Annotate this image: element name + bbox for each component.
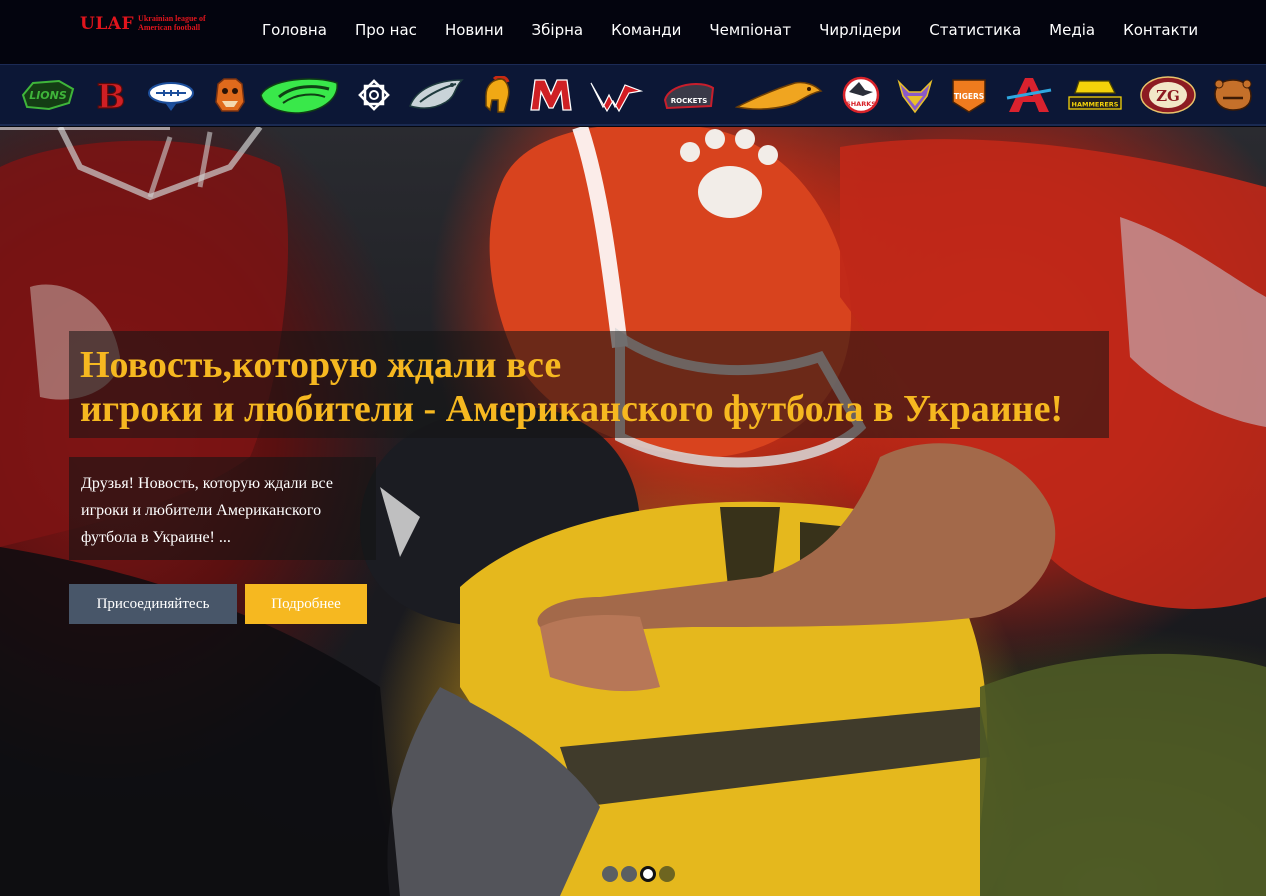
team-lions[interactable]: LIONS — [18, 74, 78, 116]
hero-slider: Новость,которую ждали все игроки и любит… — [0, 127, 1266, 896]
rockets-logo-icon: ROCKETS — [663, 83, 715, 110]
excerpt-box: Друзья! Новость, которую ждали все игрок… — [69, 457, 376, 560]
team-6[interactable] — [355, 74, 393, 116]
hammerers-logo-text: HAMMERERS — [1072, 101, 1119, 109]
sharks-logo-text: SHARKS — [846, 100, 876, 108]
zg-logo-text: ZG — [1156, 87, 1180, 105]
zg-logo-icon: ZG — [1140, 76, 1196, 114]
team-10[interactable] — [588, 74, 644, 116]
nav-item-home[interactable]: Головна — [248, 19, 341, 41]
team-logo-strip: LIONS B ROCKETS SHARKS TIGERS HAMMERERS … — [0, 64, 1266, 126]
hero-headline-line-1: Новость,которую ждали все — [80, 344, 562, 386]
team-3[interactable] — [145, 74, 197, 116]
sharks-logo-icon: SHARKS — [842, 76, 880, 114]
team-zg[interactable]: ZG — [1138, 74, 1198, 116]
slider-dot-4[interactable] — [659, 866, 675, 882]
bear-logo-icon — [1214, 79, 1252, 111]
team-9[interactable] — [526, 74, 576, 116]
vw-wings-logo-icon — [590, 82, 643, 113]
slider-pagination — [602, 866, 675, 882]
star-emblem-logo-icon — [358, 79, 390, 111]
nav-item-contacts[interactable]: Контакти — [1109, 19, 1212, 41]
m-letter-logo-icon — [530, 79, 572, 111]
brand-mark: ULAF — [80, 14, 135, 34]
slider-dot-2[interactable] — [621, 866, 637, 882]
team-hammerers[interactable]: HAMMERERS — [1064, 74, 1126, 116]
main-menu: Головна Про нас Новини Збірна Команди Че… — [248, 19, 1212, 41]
team-7[interactable] — [405, 74, 467, 116]
brand-logo[interactable]: ULAF Ukrainian league of American footba… — [80, 14, 230, 36]
team-tigers[interactable]: TIGERS — [948, 74, 990, 116]
viking-logo-icon — [897, 79, 933, 114]
b-letter-logo-icon: B — [96, 77, 126, 113]
bulldog-logo-icon — [215, 78, 245, 112]
team-8[interactable] — [478, 74, 514, 116]
slider-dot-3[interactable] — [640, 866, 656, 882]
brand-subtitle: Ukrainian league of American football — [138, 14, 206, 32]
b-logo-text: B — [97, 77, 126, 113]
nav-item-teams[interactable]: Команди — [597, 19, 695, 41]
team-4[interactable] — [210, 74, 250, 116]
slider-dot-1[interactable] — [602, 866, 618, 882]
hero-headline-line-2: игроки и любители - Американского футбол… — [80, 388, 1064, 430]
headline-box: Новость,которую ждали все игроки и любит… — [69, 331, 1109, 438]
nav-item-about[interactable]: Про нас — [341, 19, 431, 41]
nav-item-national-team[interactable]: Збірна — [518, 19, 598, 41]
a-letter-logo-icon — [1006, 78, 1052, 112]
join-button[interactable]: Присоединяйтесь — [69, 584, 237, 624]
lions-logo-icon: LIONS — [21, 79, 75, 111]
tigers-logo-text: TIGERS — [954, 92, 984, 101]
nav-item-championship[interactable]: Чемпіонат — [695, 19, 805, 41]
read-more-button[interactable]: Подробнее — [245, 584, 367, 624]
team-12[interactable] — [734, 74, 824, 116]
team-rockets[interactable]: ROCKETS — [660, 74, 718, 116]
green-wing-logo-icon — [260, 78, 338, 114]
hammerers-logo-icon: HAMMERERS — [1068, 80, 1122, 110]
lions-logo-text: LIONS — [29, 89, 67, 102]
nav-item-media[interactable]: Медіа — [1035, 19, 1109, 41]
team-5[interactable] — [258, 74, 342, 116]
nav-item-cheerleaders[interactable]: Чирлідери — [805, 19, 915, 41]
football-logo-icon — [148, 82, 194, 111]
team-16[interactable] — [1004, 74, 1054, 116]
nav-item-news[interactable]: Новини — [431, 19, 518, 41]
team-19[interactable] — [1208, 74, 1258, 116]
slide-progress-bar — [0, 127, 170, 130]
tigers-logo-icon: TIGERS — [952, 79, 986, 113]
nav-item-statistics[interactable]: Статистика — [915, 19, 1035, 41]
team-sharks[interactable]: SHARKS — [838, 74, 884, 116]
hero-excerpt: Друзья! Новость, которую ждали все игрок… — [81, 475, 333, 546]
hero-headline: Новость,которую ждали все игроки и любит… — [80, 343, 1098, 431]
spartan-helmet-logo-icon — [485, 76, 510, 113]
cougar-logo-icon — [735, 81, 823, 110]
eagle-logo-icon — [409, 79, 464, 109]
top-navigation: ULAF Ukrainian league of American footba… — [0, 0, 1266, 64]
rockets-logo-text: ROCKETS — [671, 97, 708, 105]
team-14[interactable] — [894, 74, 936, 116]
team-b[interactable]: B — [90, 74, 132, 116]
